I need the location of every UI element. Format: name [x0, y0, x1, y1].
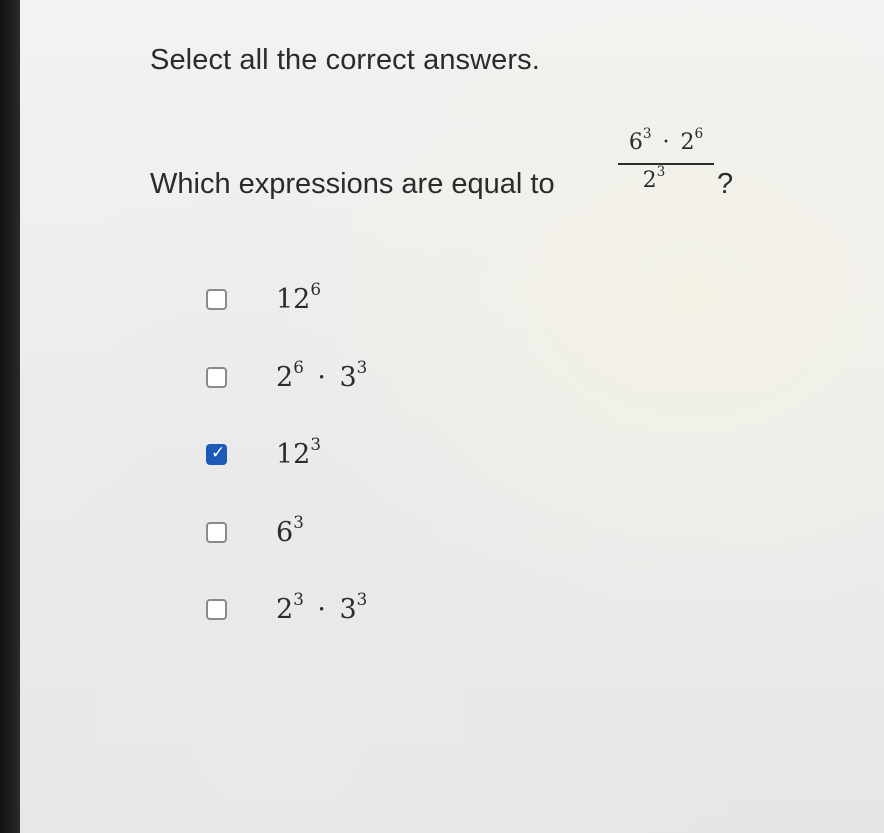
option-expression: 26 · 33 [276, 356, 368, 393]
option-expression: 126 [276, 278, 322, 315]
checkmark-icon: ✓ [211, 443, 226, 463]
checkbox-unchecked-icon[interactable] [206, 289, 227, 310]
checkbox-unchecked-icon[interactable] [206, 599, 227, 620]
instruction-text: Select all the correct answers. [150, 44, 540, 76]
fraction-bar [618, 163, 714, 165]
option-2[interactable]: 26 · 33 [200, 358, 600, 402]
option-4[interactable]: 63 [200, 513, 600, 557]
option-expression: 123 [276, 433, 322, 470]
question-mark: ? [717, 168, 734, 200]
checkbox-unchecked-icon[interactable] [206, 367, 227, 388]
question-panel: Select all the correct answers. Which ex… [20, 0, 884, 833]
option-expression: 63 [276, 511, 304, 548]
option-expression: 23 · 33 [276, 588, 368, 625]
checkbox-unchecked-icon[interactable] [206, 522, 227, 543]
option-5[interactable]: 23 · 33 [200, 590, 600, 634]
option-3[interactable]: ✓ 123 [200, 435, 600, 479]
option-1[interactable]: 126 [200, 280, 600, 324]
monitor-bezel [0, 0, 20, 833]
question-text: Which expressions are equal to [150, 168, 555, 200]
fraction-numerator: 63 · 26 [628, 125, 704, 155]
checkbox-checked-icon[interactable]: ✓ [206, 443, 227, 465]
fraction-denominator: 23 [642, 163, 666, 193]
